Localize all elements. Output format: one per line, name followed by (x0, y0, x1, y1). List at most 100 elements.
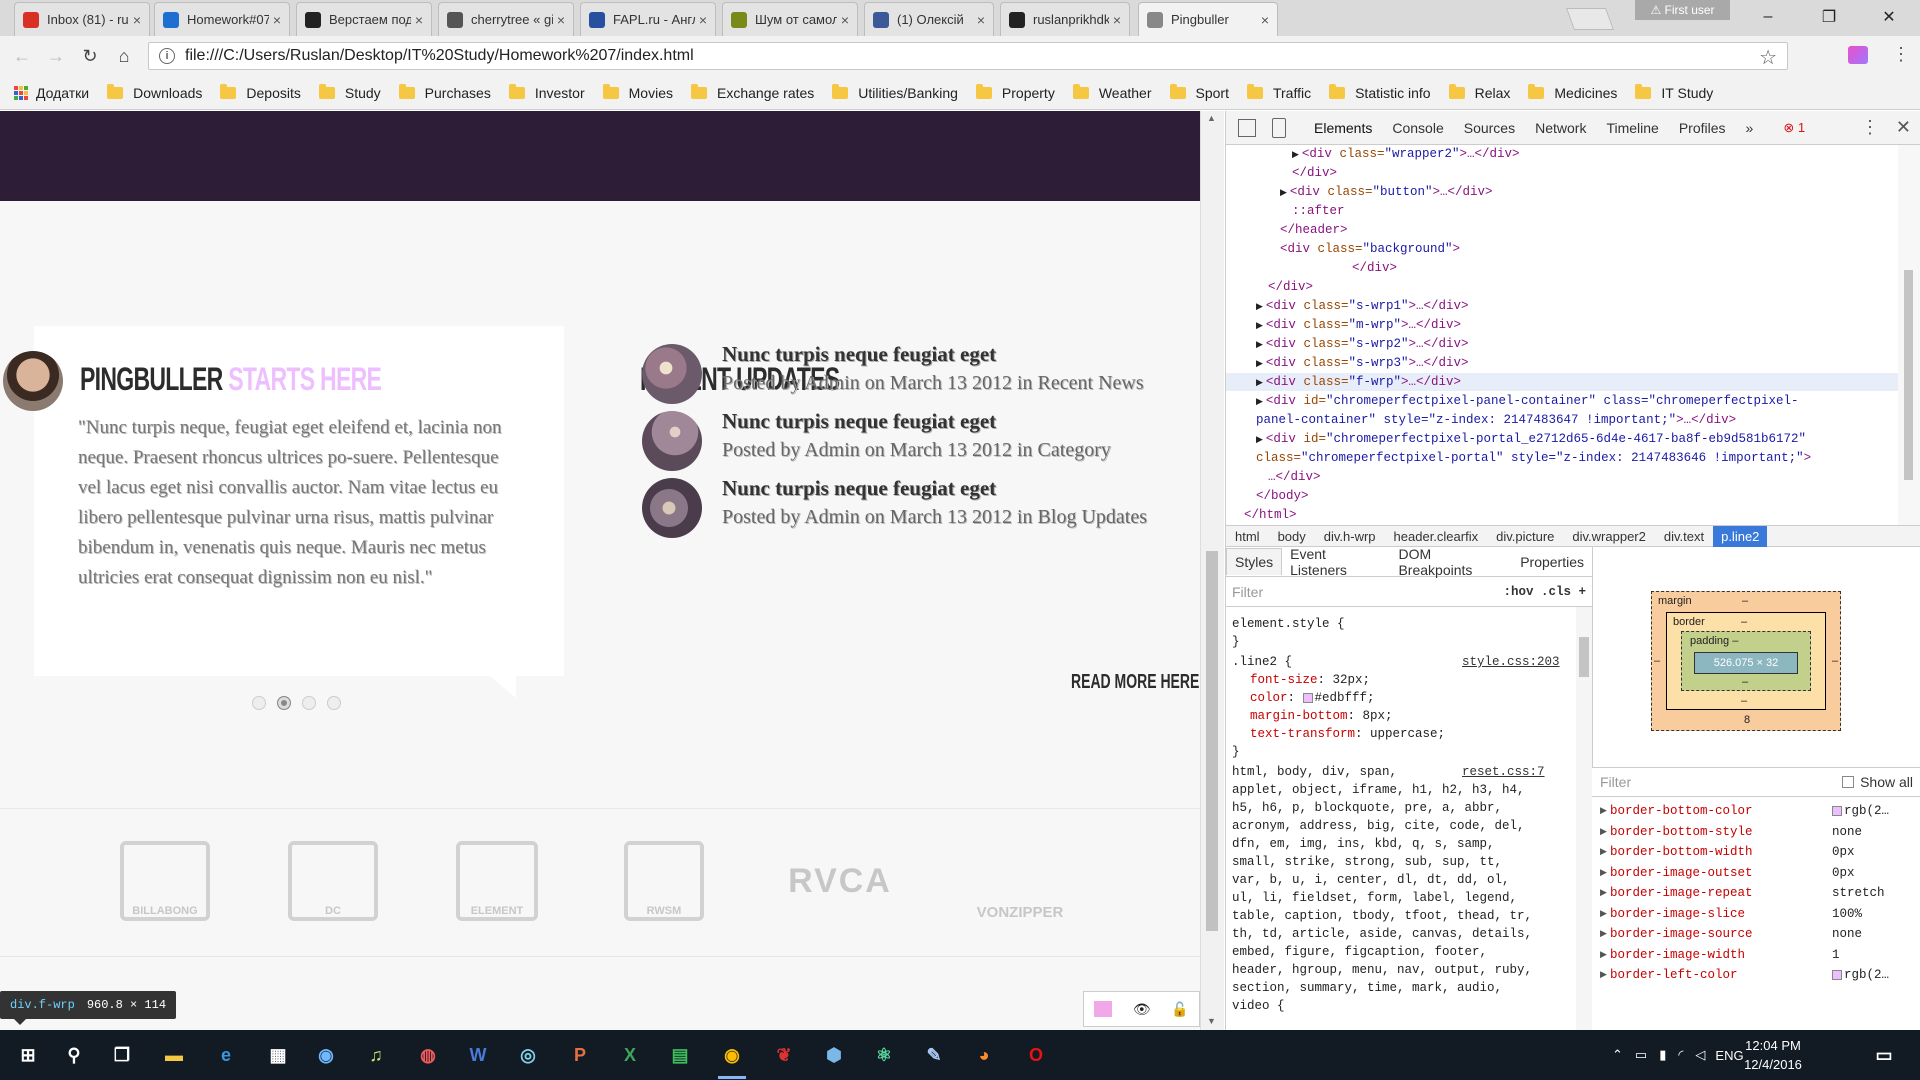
tab-close-icon[interactable]: × (133, 12, 141, 28)
maximize-icon[interactable]: ❐ (1806, 4, 1852, 30)
padding-bottom-value[interactable]: – (1742, 676, 1748, 688)
paint-icon[interactable]: ✎ (918, 1039, 950, 1071)
taskbar-clock[interactable]: 12:04 PM 12/4/2016 (1733, 1036, 1813, 1074)
breadcrumb-item[interactable]: body (1269, 529, 1315, 544)
dom-node[interactable]: class="chromeperfectpixel-portal" style=… (1226, 449, 1811, 467)
border-bottom-value[interactable]: – (1741, 695, 1747, 707)
dom-node[interactable]: ▶ <div id="chromeperfectpixel-portal_e271… (1226, 430, 1806, 448)
search-icon[interactable]: ⚲ (58, 1039, 90, 1071)
style-line[interactable]: table, caption, tbody, tfoot, thead, tr, (1232, 907, 1532, 925)
margin-top-value[interactable]: – (1742, 595, 1748, 607)
close-window-icon[interactable]: ✕ (1866, 4, 1912, 30)
expand-arrow-icon[interactable]: ▶ (1600, 883, 1607, 903)
expand-arrow-icon[interactable]: ▶ (1600, 945, 1607, 965)
expand-arrow-icon[interactable]: ▶ (1600, 965, 1607, 985)
overlay-color-icon[interactable] (1094, 1001, 1113, 1017)
expand-arrow-icon[interactable]: ▶ (1256, 321, 1263, 331)
battery-icon[interactable]: ▮ (1659, 1047, 1666, 1063)
expand-arrow-icon[interactable]: ▶ (1256, 378, 1263, 388)
style-line[interactable]: h5, h6, p, blockquote, pre, a, abbr, (1232, 799, 1502, 817)
expand-arrow-icon[interactable]: ▶ (1600, 924, 1607, 944)
show-all-toggle[interactable]: Show all (1842, 774, 1913, 790)
bookmark-folder[interactable]: Investor (508, 83, 585, 101)
styles-filter-input[interactable]: Filter (1232, 584, 1263, 600)
devtools-close-icon[interactable]: ✕ (1896, 117, 1911, 138)
update-item[interactable]: Nunc turpis neque feugiat eget Posted by … (640, 409, 1200, 473)
perfectpixel-extension-icon[interactable] (1848, 46, 1868, 64)
styles-subtab[interactable]: Event Listeners (1282, 546, 1390, 578)
devtools-tab[interactable]: Sources (1464, 120, 1515, 136)
expand-arrow-icon[interactable]: ▶ (1256, 397, 1263, 407)
css-property[interactable]: font-size (1250, 673, 1318, 687)
info-icon[interactable]: i (159, 48, 175, 64)
css-property[interactable]: text-transform (1250, 727, 1355, 741)
style-line[interactable]: color: #edbfff; (1232, 689, 1375, 707)
devtools-tab[interactable]: Timeline (1606, 120, 1658, 136)
tray-expand-icon[interactable]: ⌃ (1612, 1047, 1623, 1063)
new-tab-button[interactable] (1565, 8, 1615, 30)
expand-arrow-icon[interactable]: ▶ (1256, 435, 1263, 445)
dom-node[interactable]: </body> (1226, 487, 1309, 505)
style-line[interactable]: header, hgroup, menu, nav, output, ruby, (1232, 961, 1532, 979)
css-value[interactable]: 8px; (1363, 709, 1393, 723)
profile-button[interactable]: ⚠ First user (1635, 0, 1730, 20)
error-count[interactable]: ⊗ 1 (1783, 120, 1805, 136)
app-icon[interactable]: ◎ (512, 1039, 544, 1071)
opera-icon[interactable]: O (1020, 1039, 1052, 1071)
virtualbox-icon[interactable]: ⬢ (818, 1039, 850, 1071)
style-line[interactable]: embed, figure, figcaption, footer, (1232, 943, 1487, 961)
margin-right-value[interactable]: – (1832, 655, 1838, 667)
css-property[interactable]: margin-bottom (1250, 709, 1348, 723)
computed-property[interactable]: ▶ border-left-color rgb(2… (1600, 965, 1908, 985)
computed-property[interactable]: ▶ border-bottom-color rgb(2… (1600, 801, 1908, 821)
devtools-tab[interactable]: Network (1535, 120, 1586, 136)
browser-tab[interactable]: FAPL.ru - Англ × (580, 2, 716, 36)
computed-filter-input[interactable]: Filter (1600, 774, 1631, 790)
dom-node[interactable]: </html> (1226, 506, 1297, 524)
expand-arrow-icon[interactable]: ▶ (1292, 150, 1299, 160)
expand-arrow-icon[interactable]: ▶ (1256, 340, 1263, 350)
slider-dot[interactable] (302, 696, 316, 710)
chrome-menu-icon[interactable]: ⋮ (1892, 44, 1910, 65)
computed-property[interactable]: ▶ border-bottom-width 0px (1600, 842, 1908, 862)
scroll-up-icon[interactable]: ▲ (1207, 113, 1216, 123)
dom-node[interactable]: ▶ <div class="f-wrp">…</div> (1226, 373, 1898, 391)
windows-start-icon[interactable]: ⊞ (12, 1039, 44, 1071)
browser-tab[interactable]: Inbox (81) - ru × (14, 2, 150, 36)
computed-property[interactable]: ▶ border-image-slice 100% (1600, 904, 1908, 924)
notifications-icon[interactable]: ▭ (1868, 1039, 1900, 1071)
style-line[interactable]: dfn, em, img, ins, kbd, q, s, samp, (1232, 835, 1495, 853)
color-swatch[interactable] (1302, 692, 1313, 703)
style-line[interactable]: } (1232, 633, 1240, 651)
bookmark-folder[interactable]: Movies (602, 83, 673, 101)
style-line[interactable]: element.style { (1232, 615, 1345, 633)
tab-close-icon[interactable]: × (977, 12, 985, 28)
spreadsheet-icon[interactable]: ▤ (664, 1039, 696, 1071)
bookmark-folder[interactable]: Utilities/Banking (832, 83, 958, 101)
dom-tree[interactable]: ▶ <div class="wrapper2">…</div> </div> ▶ <di… (1226, 145, 1898, 525)
style-line[interactable]: font-size: 32px; (1232, 671, 1370, 689)
color-swatch[interactable] (1832, 805, 1842, 816)
devtools-menu-icon[interactable]: ⋮ (1861, 117, 1879, 138)
color-swatch[interactable] (1832, 969, 1842, 980)
dom-node[interactable]: ▶ <div class="button">…</div> (1226, 183, 1492, 201)
address-bar[interactable]: i file:///C:/Users/Ruslan/Desktop/IT%20S… (148, 42, 1788, 70)
dom-node[interactable]: panel-container" style="z-index: 2147483… (1226, 411, 1736, 429)
browser-tab[interactable]: Шум от самол × (722, 2, 858, 36)
devtools-tab[interactable]: Console (1392, 120, 1443, 136)
breadcrumb-item[interactable]: html (1226, 529, 1269, 544)
styles-filter-actions[interactable]: :hov .cls + (1503, 585, 1586, 599)
bookmark-folder[interactable]: Medicines (1528, 83, 1617, 101)
style-line[interactable]: small, strike, strong, sub, sup, tt, (1232, 853, 1502, 871)
dom-node[interactable]: </header> (1226, 221, 1348, 239)
css-value[interactable]: #edbfff; (1315, 691, 1375, 705)
expand-arrow-icon[interactable]: ▶ (1600, 863, 1607, 883)
powerpoint-icon[interactable]: P (564, 1039, 596, 1071)
atom-icon[interactable]: ⚛ (868, 1039, 900, 1071)
style-line[interactable]: video { (1232, 997, 1285, 1015)
slider-dot[interactable] (327, 696, 341, 710)
cherrytree-icon[interactable]: ❦ (768, 1039, 800, 1071)
expand-arrow-icon[interactable]: ▶ (1280, 188, 1287, 198)
device-mode-icon[interactable] (1272, 117, 1286, 138)
word-icon[interactable]: W (462, 1039, 494, 1071)
